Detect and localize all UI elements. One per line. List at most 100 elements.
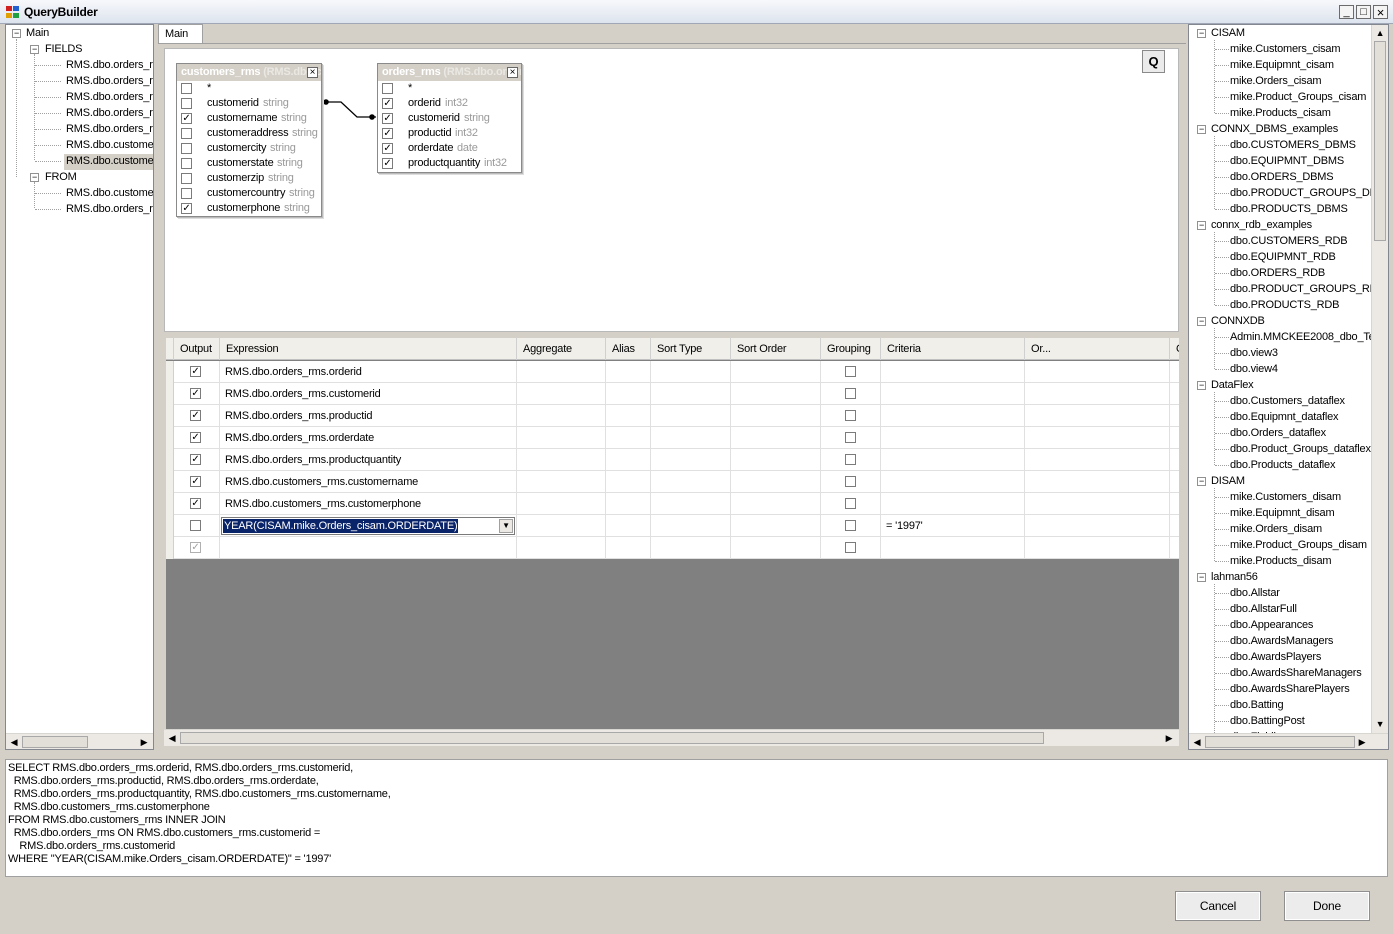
field-row[interactable]: ✓ customerphone string (177, 201, 321, 216)
field-checkbox[interactable]: ✓ (181, 203, 192, 214)
criteria-cell[interactable] (881, 405, 1025, 427)
grouping-checkbox[interactable] (845, 476, 856, 487)
grid-row[interactable]: ✓ RMS.dbo.orders_rms.productid (166, 405, 1179, 427)
sort-order-cell[interactable] (731, 515, 821, 537)
tree-node-table[interactable]: mike.Customers_cisam (1230, 42, 1341, 58)
aggregate-cell[interactable] (517, 361, 606, 383)
or-cell[interactable] (1170, 427, 1179, 449)
tree-node-fields[interactable]: FIELDS (45, 42, 83, 58)
query-button[interactable]: Q (1142, 50, 1165, 73)
criteria-cell[interactable] (881, 493, 1025, 515)
field-row[interactable]: ✓ orderid int32 (378, 96, 521, 111)
or-cell[interactable] (1170, 471, 1179, 493)
field-row[interactable]: customerid string (177, 96, 321, 111)
field-checkbox[interactable]: ✓ (382, 128, 393, 139)
or-cell[interactable] (1025, 449, 1170, 471)
tree-node-table[interactable]: mike.Products_disam (1230, 554, 1332, 570)
expression-cell[interactable]: RMS.dbo.orders_rms.customerid (220, 383, 517, 405)
or-cell[interactable] (1025, 405, 1170, 427)
output-checkbox[interactable]: ✓ (190, 432, 201, 443)
row-header[interactable] (166, 471, 174, 493)
tree-node-from[interactable]: FROM (45, 170, 77, 186)
tree-node-table[interactable]: dbo.view4 (1230, 362, 1278, 378)
field-checkbox[interactable]: ✓ (181, 113, 192, 124)
output-checkbox[interactable]: ✓ (190, 410, 201, 421)
output-cell[interactable]: ✓ (174, 449, 220, 471)
field-checkbox[interactable]: ✓ (382, 98, 393, 109)
or-cell[interactable] (1170, 361, 1179, 383)
row-header[interactable] (166, 449, 174, 471)
tree-node-table[interactable]: dbo.Orders_dataflex (1230, 426, 1326, 442)
output-cell[interactable]: ✓ (174, 383, 220, 405)
criteria-cell[interactable] (881, 471, 1025, 493)
collapse-icon[interactable]: − (1197, 125, 1206, 134)
tree-node-table[interactable]: dbo.Appearances (1230, 618, 1313, 634)
grid-row[interactable]: ✓ RMS.dbo.orders_rms.productquantity (166, 449, 1179, 471)
expression-cell[interactable]: RMS.dbo.orders_rms.productquantity (220, 449, 517, 471)
tree-node-table[interactable]: Admin.MMCKEE2008_dbo_Test (1230, 330, 1383, 346)
tree-node-database[interactable]: DataFlex (1211, 378, 1254, 394)
tree-horizontal-scrollbar[interactable]: ◀ ▶ (6, 733, 153, 749)
grouping-checkbox[interactable] (845, 498, 856, 509)
field-row[interactable]: customercountry string (177, 186, 321, 201)
tree-node-table[interactable]: dbo.Batting (1230, 698, 1284, 714)
tree-node-table[interactable]: dbo.BattingPost (1230, 714, 1305, 730)
criteria-cell[interactable]: = '1997' (881, 515, 1025, 537)
field-row[interactable]: * (177, 81, 321, 96)
tree-node-table[interactable]: dbo.ORDERS_RDB (1230, 266, 1325, 282)
alias-cell[interactable] (606, 383, 651, 405)
output-cell[interactable]: ✓ (174, 471, 220, 493)
sort-order-cell[interactable] (731, 427, 821, 449)
tree-node-table[interactable]: mike.Orders_disam (1230, 522, 1322, 538)
scroll-left-icon[interactable]: ◀ (1190, 735, 1204, 749)
or-cell[interactable] (1170, 405, 1179, 427)
table-title-customers[interactable]: customers_rms (RMS.dbo.customers_rms)× (177, 64, 321, 81)
scroll-thumb[interactable] (22, 736, 88, 748)
expression-cell[interactable]: RMS.dbo.orders_rms.orderid (220, 361, 517, 383)
sort-type-cell[interactable] (651, 427, 731, 449)
collapse-icon[interactable]: − (1197, 29, 1206, 38)
collapse-icon[interactable]: − (1197, 381, 1206, 390)
tree-node-field[interactable]: RMS.dbo.orders_rms.productquantity (64, 122, 153, 138)
grouping-checkbox[interactable] (845, 388, 856, 399)
table-box-customers[interactable]: customers_rms (RMS.dbo.customers_rms)× *… (176, 63, 322, 217)
output-checkbox[interactable]: ✓ (190, 454, 201, 465)
alias-cell[interactable] (606, 515, 651, 537)
sort-type-cell[interactable] (651, 361, 731, 383)
tree-node-table[interactable]: dbo.AllstarFull (1230, 602, 1297, 618)
grouping-cell[interactable] (821, 383, 881, 405)
grid-horizontal-scrollbar[interactable]: ◀ ▶ (164, 729, 1179, 746)
grouping-cell[interactable] (821, 471, 881, 493)
aggregate-cell[interactable] (517, 471, 606, 493)
tree-node-table[interactable]: dbo.ORDERS_DBMS (1230, 170, 1334, 186)
query-tree[interactable]: −Main−FIELDSRMS.dbo.orders_rms.orderidRM… (5, 24, 154, 750)
collapse-icon[interactable]: − (1197, 477, 1206, 486)
collapse-icon[interactable]: − (30, 173, 39, 182)
table-title-orders[interactable]: orders_rms (RMS.dbo.orders_rms)× (378, 64, 521, 81)
criteria-cell[interactable] (881, 383, 1025, 405)
field-row[interactable]: ✓ productquantity int32 (378, 156, 521, 171)
tree-node-table[interactable]: dbo.AwardsPlayers (1230, 650, 1321, 666)
tree-node-database[interactable]: CONNXDB (1211, 314, 1265, 330)
or-cell[interactable] (1170, 493, 1179, 515)
tree-node-table[interactable]: dbo.PRODUCT_GROUPS_DBMS (1230, 186, 1388, 202)
tree-node-table[interactable]: mike.Customers_disam (1230, 490, 1341, 506)
or-cell[interactable] (1025, 493, 1170, 515)
grouping-checkbox[interactable] (845, 542, 856, 553)
field-checkbox[interactable] (181, 128, 192, 139)
expression-cell[interactable]: RMS.dbo.customers_rms.customerphone (220, 493, 517, 515)
output-checkbox[interactable]: ✓ (190, 498, 201, 509)
field-checkbox[interactable] (181, 83, 192, 94)
or-cell[interactable] (1025, 361, 1170, 383)
expression-cell[interactable]: RMS.dbo.customers_rms.customername (220, 471, 517, 493)
done-button[interactable]: Done (1284, 891, 1370, 921)
criteria-cell[interactable] (881, 537, 1025, 559)
column-header[interactable]: Criteria (881, 338, 1025, 360)
expression-cell[interactable]: YEAR(CISAM.mike.Orders_cisam.ORDERDATE) ▼ (220, 515, 517, 537)
table-box-orders[interactable]: orders_rms (RMS.dbo.orders_rms)× * ✓ order… (377, 63, 522, 173)
output-cell[interactable]: ✓ (174, 361, 220, 383)
field-row[interactable]: ✓ orderdate date (378, 141, 521, 156)
output-checkbox[interactable]: ✓ (190, 388, 201, 399)
field-checkbox[interactable] (382, 83, 393, 94)
collapse-icon[interactable]: − (12, 29, 21, 38)
